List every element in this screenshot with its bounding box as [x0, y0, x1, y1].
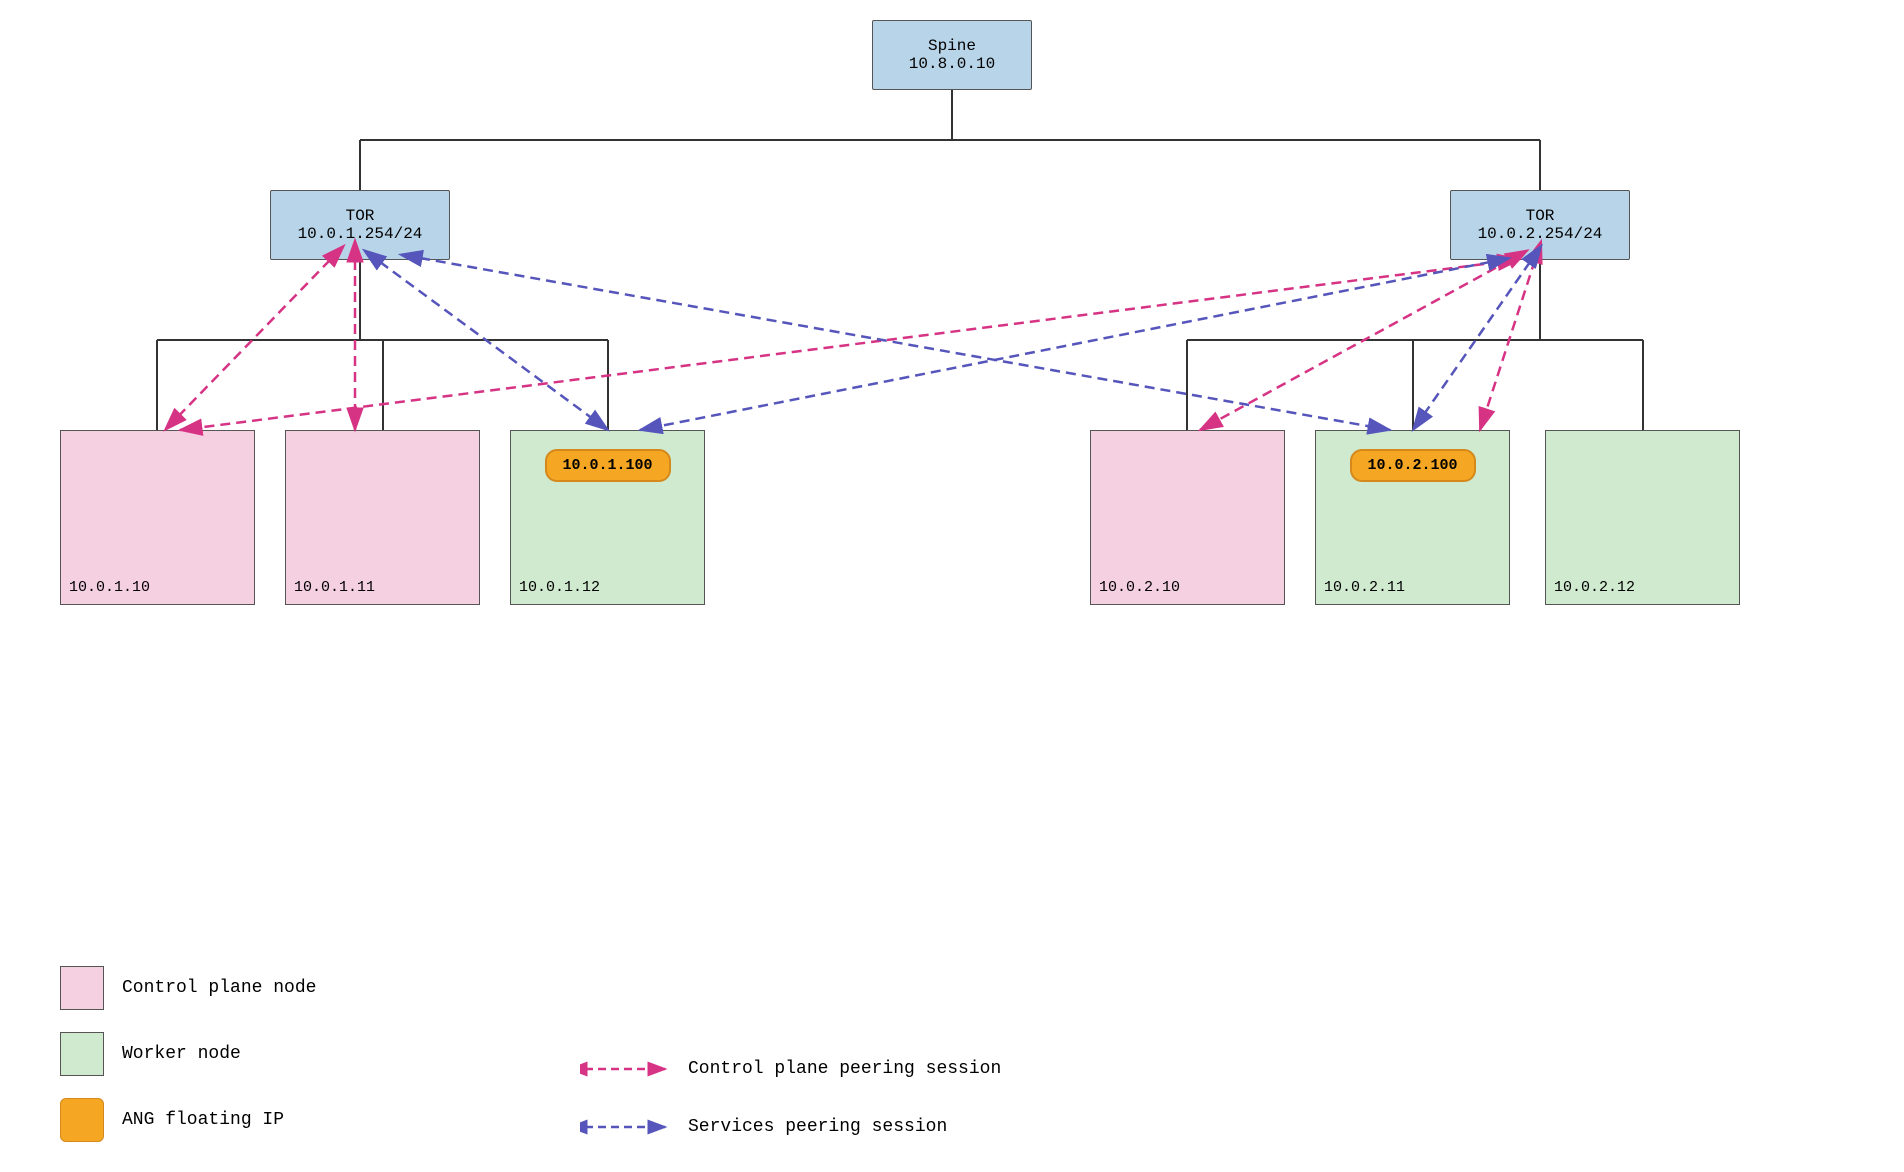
legend-control-plane-box — [60, 966, 104, 1010]
server-s5-ip: 10.0.2.11 — [1324, 579, 1405, 596]
server-s6-ip: 10.0.2.12 — [1554, 579, 1635, 596]
legend-floating-ip: ANG floating IP — [60, 1098, 316, 1142]
tor-right-node: TOR 10.0.2.254/24 — [1450, 190, 1630, 260]
legend: Control plane node Worker node ANG float… — [60, 966, 316, 1142]
legend-control-peering-arrow — [580, 1054, 670, 1084]
server-node-s3: 10.0.1.100 10.0.1.12 — [510, 430, 705, 605]
legend-worker-box — [60, 1032, 104, 1076]
floating-ip-s5: 10.0.2.100 — [1349, 449, 1475, 482]
legend-services-peering: Services peering session — [580, 1112, 1001, 1142]
floating-ip-s3: 10.0.1.100 — [544, 449, 670, 482]
legend-control-plane: Control plane node — [60, 966, 316, 1010]
server-s4-ip: 10.0.2.10 — [1099, 579, 1180, 596]
spine-node: Spine 10.8.0.10 — [872, 20, 1032, 90]
server-s3-ip: 10.0.1.12 — [519, 579, 600, 596]
diagram-container: Spine 10.8.0.10 TOR 10.0.1.254/24 TOR 10… — [0, 0, 1904, 1172]
tor-left-ip: 10.0.1.254/24 — [298, 225, 423, 243]
legend-worker-label: Worker node — [122, 1044, 241, 1064]
legend-control-plane-label: Control plane node — [122, 978, 316, 998]
legend-control-peering-label: Control plane peering session — [688, 1059, 1001, 1079]
legend-arrows: Control plane peering session Services p… — [580, 1054, 1001, 1142]
server-node-s4: 10.0.2.10 — [1090, 430, 1285, 605]
server-node-s2: 10.0.1.11 — [285, 430, 480, 605]
legend-services-peering-label: Services peering session — [688, 1117, 947, 1137]
server-s2-ip: 10.0.1.11 — [294, 579, 375, 596]
server-s1-ip: 10.0.1.10 — [69, 579, 150, 596]
tor-left-label: TOR — [346, 207, 375, 225]
spine-label: Spine — [928, 37, 976, 55]
tor-right-ip: 10.0.2.254/24 — [1478, 225, 1603, 243]
tor-right-label: TOR — [1526, 207, 1555, 225]
tor-left-node: TOR 10.0.1.254/24 — [270, 190, 450, 260]
server-node-s6: 10.0.2.12 — [1545, 430, 1740, 605]
server-node-s1: 10.0.1.10 — [60, 430, 255, 605]
legend-floating-ip-label: ANG floating IP — [122, 1110, 284, 1130]
legend-worker: Worker node — [60, 1032, 316, 1076]
legend-services-peering-arrow — [580, 1112, 670, 1142]
spine-ip: 10.8.0.10 — [909, 55, 995, 73]
server-node-s5: 10.0.2.100 10.0.2.11 — [1315, 430, 1510, 605]
legend-floating-ip-box — [60, 1098, 104, 1142]
diagram-area: Spine 10.8.0.10 TOR 10.0.1.254/24 TOR 10… — [0, 0, 1904, 900]
legend-control-peering: Control plane peering session — [580, 1054, 1001, 1084]
